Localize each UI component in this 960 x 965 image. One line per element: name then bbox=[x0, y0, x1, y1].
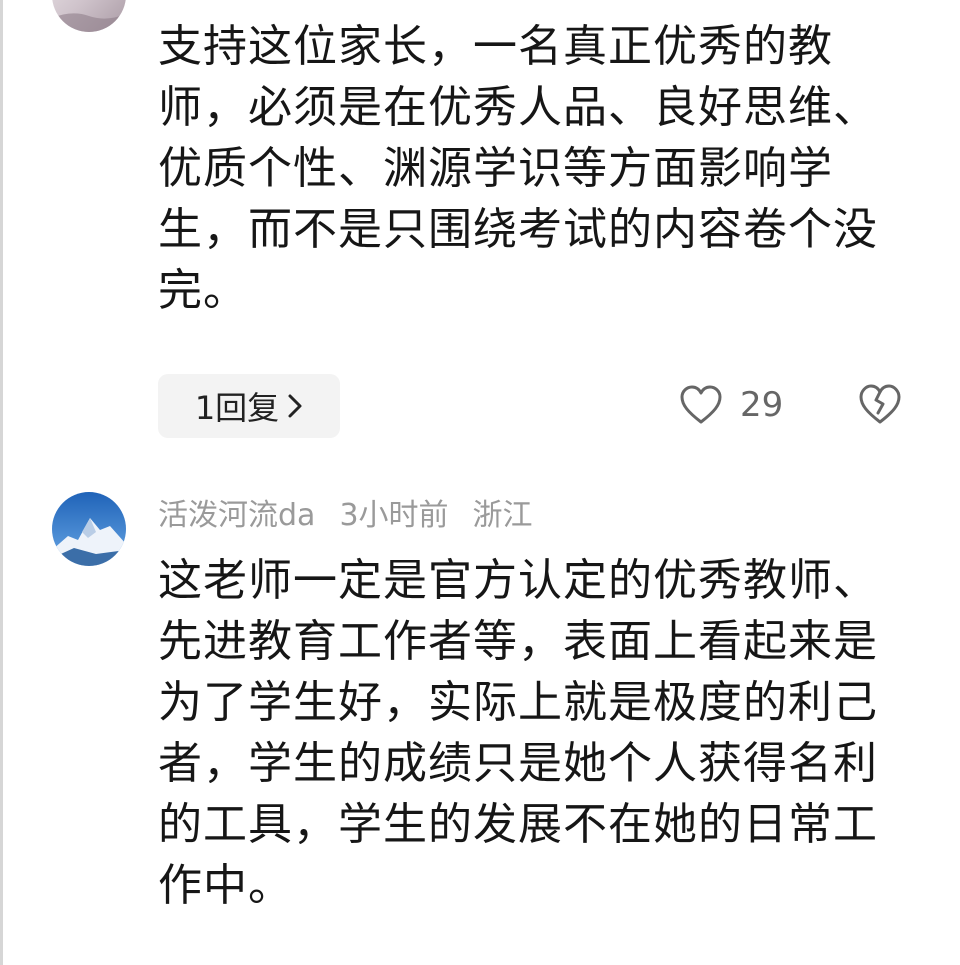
avatar-image bbox=[52, 492, 126, 566]
username[interactable]: 活泼河流da bbox=[158, 498, 315, 533]
timestamp: 3小时前 bbox=[339, 498, 449, 533]
avatar[interactable] bbox=[52, 492, 126, 566]
location: 浙江 bbox=[472, 498, 533, 533]
comment-body: 这老师一定是官方认定的优秀教师、先进教育工作者等，表面上看起来是为了学生好，实际… bbox=[158, 555, 878, 911]
comment-meta: 活泼河流da 3小时前 浙江 bbox=[158, 496, 557, 536]
comment-2: 活泼河流da 3小时前 浙江 这老师一定是官方认定的优秀教师、先进教育工作者等，表面… bbox=[0, 0, 960, 965]
